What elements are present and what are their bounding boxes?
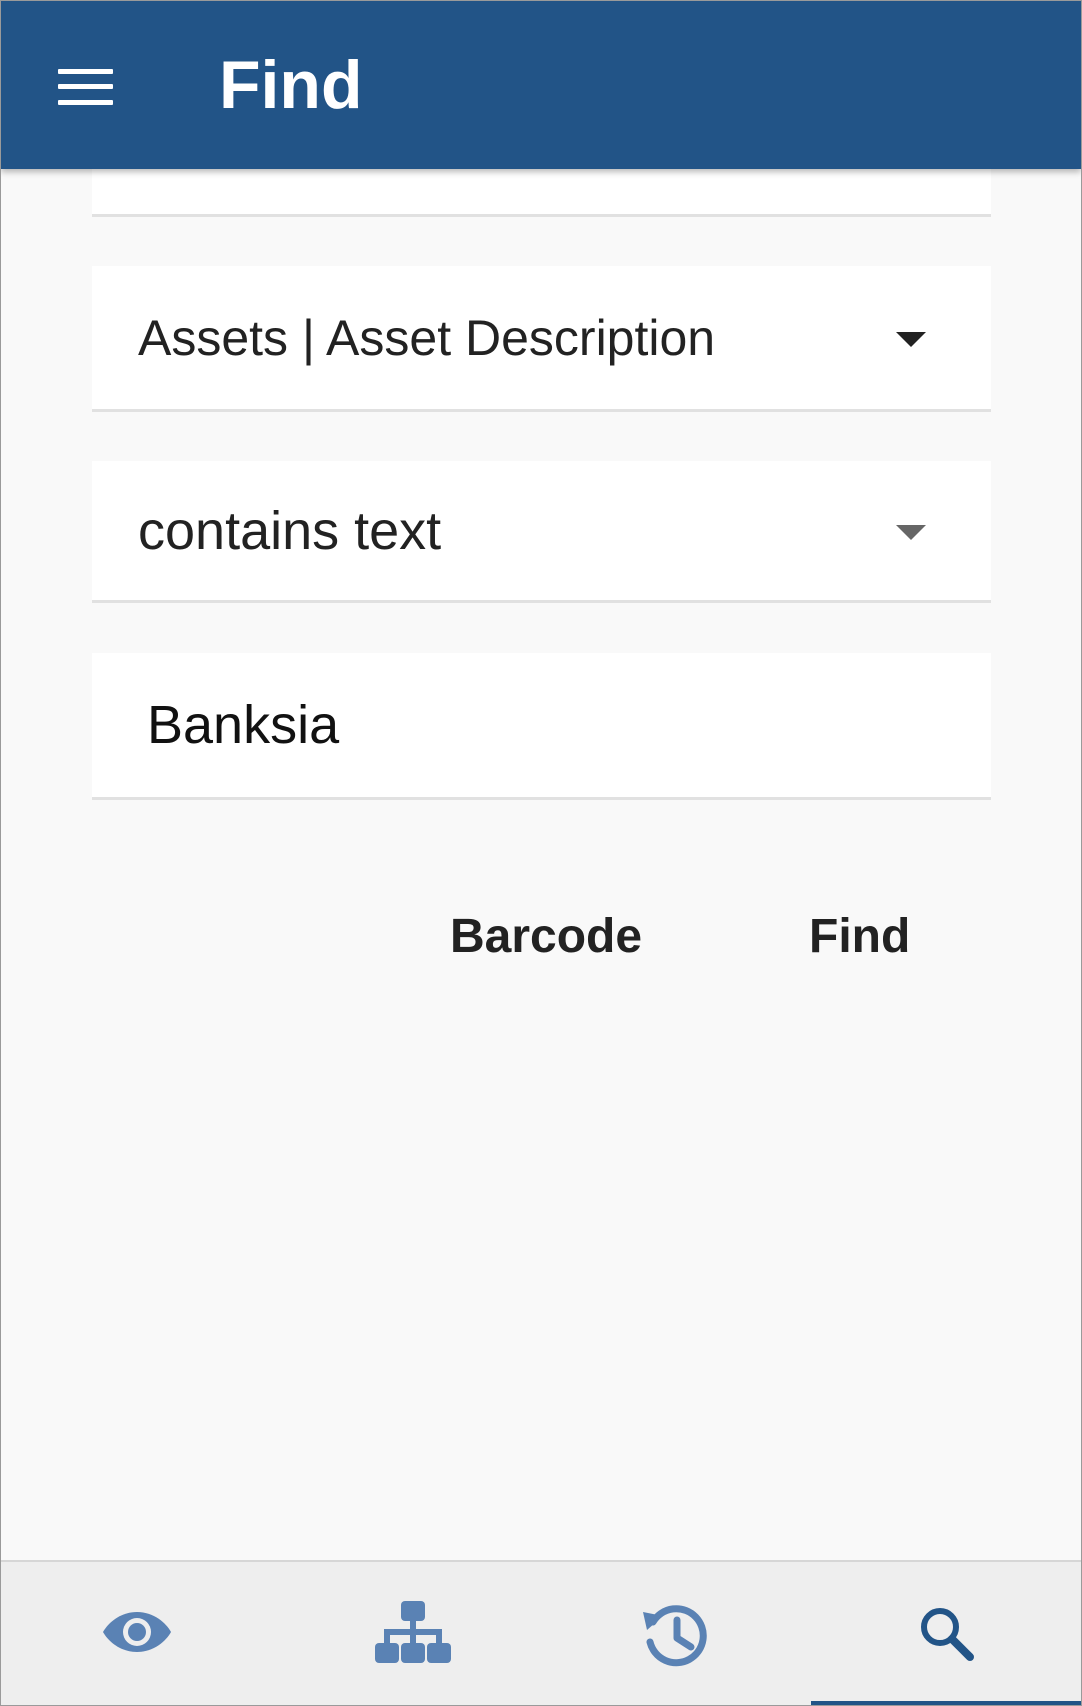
barcode-button[interactable]: Barcode — [450, 897, 642, 977]
field-select[interactable]: Assets | Asset Description — [92, 266, 991, 412]
tab-hierarchy[interactable] — [271, 1562, 541, 1705]
dropdown-arrow-icon — [896, 331, 926, 347]
tab-history[interactable] — [541, 1562, 811, 1705]
search-icon — [921, 1608, 974, 1661]
tab-view[interactable] — [1, 1562, 271, 1705]
active-tab-indicator — [811, 1701, 1081, 1705]
app-frame: Find Assets | Asset Description contains… — [0, 0, 1082, 1706]
menu-button[interactable] — [39, 47, 131, 125]
eye-icon — [103, 1612, 171, 1652]
search-input[interactable] — [92, 653, 991, 797]
app-bar: Find — [1, 1, 1081, 169]
find-button[interactable]: Find — [809, 897, 910, 977]
search-field — [92, 653, 991, 800]
page-title: Find — [219, 47, 363, 123]
field-select-value: Assets | Asset Description — [138, 309, 716, 366]
history-icon — [643, 1605, 707, 1667]
tab-search[interactable] — [811, 1562, 1081, 1705]
dropdown-arrow-icon — [896, 524, 926, 540]
previous-field-stub — [92, 169, 991, 217]
operator-select[interactable]: contains text — [92, 461, 991, 603]
hierarchy-icon — [375, 1601, 451, 1663]
operator-select-value: contains text — [138, 500, 442, 561]
bottom-navigation — [1, 1560, 1081, 1705]
